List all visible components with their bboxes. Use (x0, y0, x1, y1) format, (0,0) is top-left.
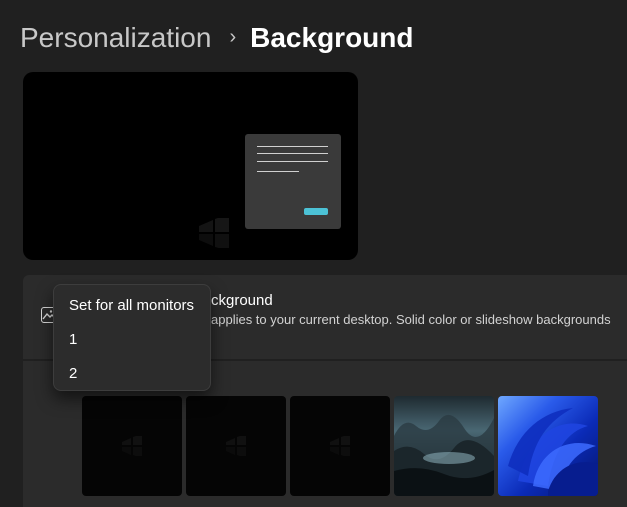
desktop-preview (23, 72, 358, 260)
preview-accent-button (304, 208, 328, 215)
landscape-image (394, 414, 494, 496)
menu-item-set-all-monitors[interactable]: Set for all monitors (69, 297, 194, 314)
preview-text-line (257, 153, 328, 154)
bloom-image (508, 408, 598, 496)
recent-image-thumb[interactable] (498, 396, 598, 496)
chevron-right-icon: › (229, 25, 237, 48)
windows-logo-icon (199, 218, 229, 248)
preview-text-line (257, 161, 328, 162)
recent-image-thumb[interactable] (290, 396, 390, 496)
card-description: applies to your current desktop. Solid c… (211, 312, 611, 327)
monitor-context-menu: Set for all monitors 1 2 (53, 284, 211, 391)
breadcrumb-personalization[interactable]: Personalization (20, 22, 211, 54)
recent-image-thumb[interactable] (394, 396, 494, 496)
recent-image-thumb[interactable] (186, 396, 286, 496)
page-title: Background (250, 22, 414, 53)
breadcrumb: Personalization › Background (20, 18, 413, 58)
windows-logo-icon (330, 436, 350, 456)
preview-text-line (257, 171, 299, 172)
preview-text-line (257, 146, 328, 147)
menu-item-monitor-2[interactable]: 2 (69, 365, 77, 382)
menu-item-monitor-1[interactable]: 1 (69, 331, 77, 348)
windows-logo-icon (122, 436, 142, 456)
recent-image-thumb[interactable] (82, 396, 182, 496)
windows-logo-icon (226, 436, 246, 456)
preview-window (245, 134, 341, 229)
